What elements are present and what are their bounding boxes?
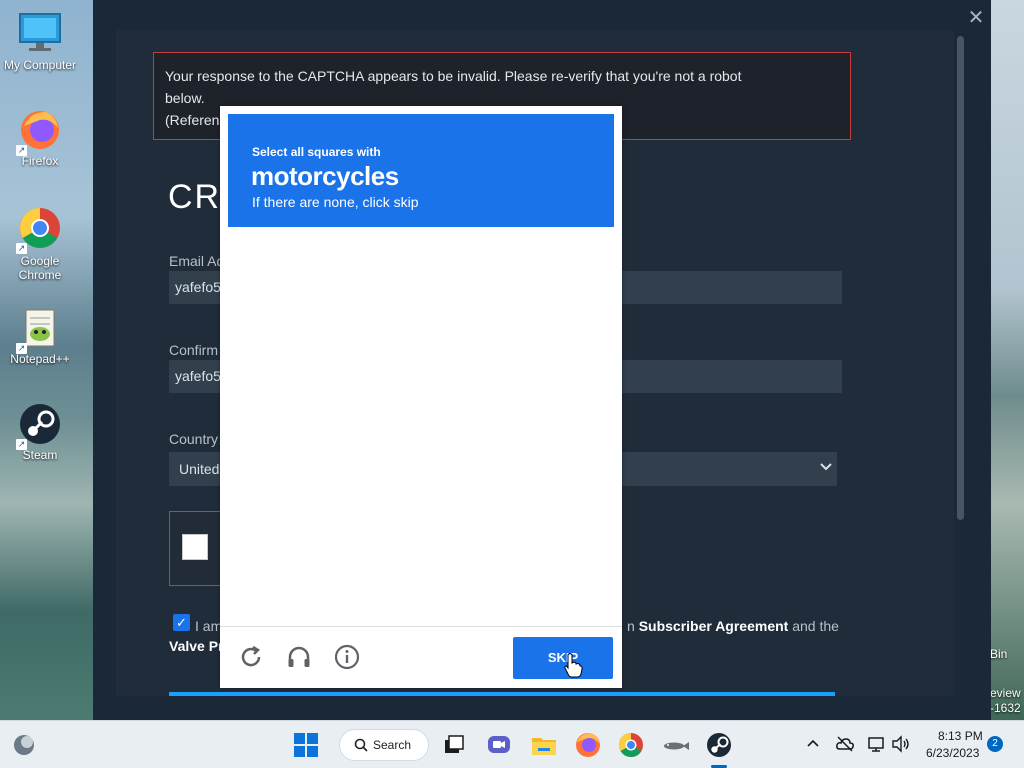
captcha-divider: [220, 626, 622, 627]
agree-and: and the: [792, 618, 839, 634]
desktop-icon-label: Google Chrome: [18, 254, 62, 282]
clock-time[interactable]: 8:13 PM: [938, 729, 983, 743]
cloud-offline-icon[interactable]: [835, 735, 855, 753]
search-icon: [354, 738, 368, 752]
desktop-icon-label: Notepad++: [10, 352, 70, 366]
shortcut-arrow-icon: ↗: [16, 439, 27, 450]
captcha-target: motorcycles: [251, 161, 399, 191]
captcha-challenge-dialog: Select all squares with motorcycles If t…: [220, 106, 622, 688]
watermark-build: -1632: [990, 701, 1021, 715]
desktop-icon-chrome[interactable]: ↗ Google Chrome: [0, 204, 80, 282]
firefox-icon: ↗: [16, 106, 64, 156]
subscriber-agreement-link[interactable]: Subscriber Agreement: [639, 618, 789, 634]
task-view-icon[interactable]: [438, 729, 470, 761]
network-icon[interactable]: [867, 735, 887, 753]
desktop-icon-firefox[interactable]: ↗ Firefox: [0, 106, 80, 168]
captcha-header: Select all squares with motorcycles If t…: [228, 114, 614, 227]
chrome-taskbar-icon[interactable]: [615, 729, 647, 761]
monitor-icon: [16, 10, 64, 58]
wallpaper-edge: [990, 0, 1024, 720]
info-icon[interactable]: [333, 643, 361, 671]
steam-taskbar-icon[interactable]: [703, 729, 735, 761]
shortcut-arrow-icon: ↗: [16, 243, 27, 254]
email-label: Email Ad: [169, 253, 225, 269]
agree-text-end: n Subscriber Agreement and the: [627, 618, 839, 634]
desktop-icon-label: Firefox: [21, 154, 59, 168]
headphones-icon[interactable]: [285, 643, 313, 671]
country-label: Country: [169, 431, 219, 447]
captcha-hint: If there are none, click skip: [252, 194, 419, 210]
valve-privacy-link[interactable]: Valve Pr: [169, 638, 224, 654]
start-icon[interactable]: [290, 729, 322, 761]
recaptcha-checkbox[interactable]: [182, 534, 208, 560]
widgets-icon[interactable]: [8, 729, 40, 761]
agree-text: I am: [195, 618, 223, 634]
chat-icon[interactable]: [483, 729, 515, 761]
confirm-email-label: Confirm: [169, 342, 219, 358]
steam-icon: ↗: [16, 400, 64, 450]
reload-icon[interactable]: [237, 643, 265, 671]
notepadpp-icon: ↗: [16, 304, 64, 354]
shortcut-arrow-icon: ↗: [16, 145, 27, 156]
page-title: CR: [168, 178, 222, 216]
scrollbar-thumb[interactable]: [957, 36, 964, 520]
desktop-icon-my-computer[interactable]: My Computer: [0, 10, 80, 72]
hand-cursor-icon: [563, 652, 583, 678]
file-explorer-icon[interactable]: [528, 729, 560, 761]
clock-date[interactable]: 6/23/2023: [926, 746, 979, 760]
desktop-icon-steam[interactable]: ↗ Steam: [0, 400, 80, 462]
notification-badge[interactable]: 2: [987, 736, 1003, 752]
agree-checkbox[interactable]: ✓: [173, 614, 190, 631]
firefox-taskbar-icon[interactable]: [572, 729, 604, 761]
volume-icon[interactable]: [891, 735, 911, 753]
fish-app-icon[interactable]: [659, 729, 691, 761]
watermark-text: eview: [990, 686, 1021, 700]
taskbar-search[interactable]: Search: [339, 729, 429, 761]
close-button[interactable]: ✕: [966, 5, 986, 30]
captcha-instruction: Select all squares with: [252, 145, 381, 159]
desktop-partial-label: Bin: [990, 647, 1008, 661]
chevron-up-icon[interactable]: [804, 735, 822, 753]
shortcut-arrow-icon: ↗: [16, 343, 27, 354]
search-label: Search: [373, 738, 412, 752]
agree-partial: n: [627, 618, 635, 634]
chevron-down-icon: [820, 460, 832, 475]
chrome-icon: ↗: [16, 204, 64, 254]
desktop-icon-label: My Computer: [3, 58, 77, 72]
continue-button-edge[interactable]: [169, 692, 835, 696]
desktop-icon-label: Steam: [22, 448, 58, 462]
desktop-icon-notepadpp[interactable]: ↗ Notepad++: [0, 304, 80, 366]
taskbar: Search 8:13 PM 6/23/2023: [0, 720, 1024, 768]
error-line: Your response to the CAPTCHA appears to …: [165, 68, 742, 84]
